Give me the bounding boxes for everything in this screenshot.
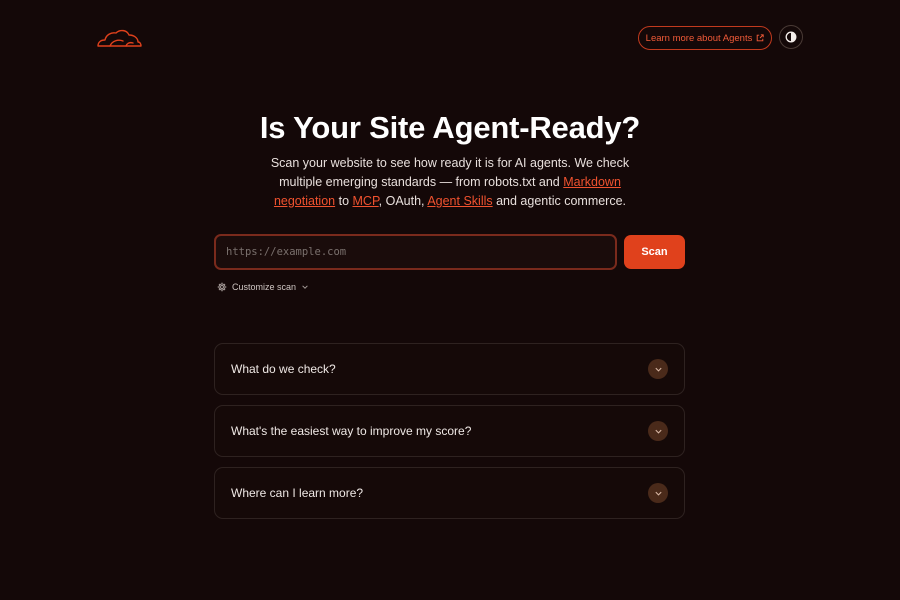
desc-text-4: and agentic commerce.	[492, 194, 627, 208]
learn-more-agents-button[interactable]: Learn more about Agents	[638, 26, 772, 50]
half-circle-contrast-icon	[785, 31, 797, 43]
scan-button[interactable]: Scan	[624, 235, 685, 269]
faq-item-improve-score[interactable]: What's the easiest way to improve my sco…	[214, 405, 685, 457]
chevron-down-icon[interactable]	[648, 421, 668, 441]
external-link-icon	[757, 34, 765, 42]
gear-icon	[217, 282, 227, 292]
agent-skills-link[interactable]: Agent Skills	[427, 194, 492, 208]
faq-item-what-we-check[interactable]: What do we check?	[214, 343, 685, 395]
chevron-down-icon[interactable]	[648, 483, 668, 503]
url-input[interactable]	[214, 234, 617, 270]
page-title: Is Your Site Agent-Ready?	[259, 110, 641, 145]
cloud-logo-icon[interactable]	[96, 26, 142, 50]
mcp-link[interactable]: MCP	[353, 194, 379, 208]
faq-question: Where can I learn more?	[231, 486, 364, 500]
learn-more-label: Learn more about Agents	[645, 32, 753, 44]
customize-scan-label: Customize scan	[232, 282, 297, 292]
page: Learn more about Agents Is Your Site Age…	[0, 0, 900, 600]
faq-question: What do we check?	[231, 362, 336, 376]
page-description: Scan your website to see how ready it is…	[270, 154, 630, 211]
desc-text-3: , OAuth,	[378, 194, 428, 208]
faq-item-learn-more[interactable]: Where can I learn more?	[214, 467, 685, 519]
theme-toggle-button[interactable]	[779, 25, 803, 49]
customize-scan-toggle[interactable]: Customize scan	[217, 280, 309, 294]
chevron-down-icon	[302, 285, 308, 289]
faq-question: What's the easiest way to improve my sco…	[231, 424, 472, 438]
chevron-down-icon[interactable]	[648, 359, 668, 379]
desc-text-2: to	[335, 194, 353, 208]
